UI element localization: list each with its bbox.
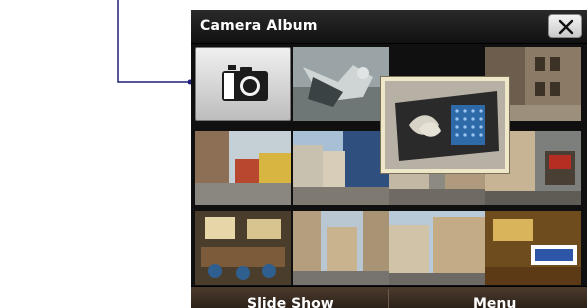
thumbnail-image bbox=[293, 131, 389, 205]
thumb-3-2[interactable] bbox=[293, 211, 389, 285]
menu-softkey[interactable]: Menu bbox=[473, 296, 516, 308]
slide-show-softkey[interactable]: Slide Show bbox=[247, 296, 334, 308]
close-button[interactable] bbox=[548, 14, 582, 38]
thumbnail-image bbox=[293, 47, 389, 121]
thumb-2-2[interactable] bbox=[293, 131, 389, 205]
softkey-bar: Slide Show Menu bbox=[191, 286, 587, 308]
thumbnail-image bbox=[389, 211, 485, 285]
camera-icon bbox=[222, 65, 268, 101]
camera-capture-tile[interactable] bbox=[195, 47, 291, 121]
window-title: Camera Album bbox=[200, 18, 318, 34]
thumb-1-2[interactable] bbox=[293, 47, 389, 121]
thumb-2-1[interactable] bbox=[195, 131, 291, 205]
softkey-divider bbox=[388, 289, 389, 308]
thumbnail-image bbox=[195, 211, 291, 285]
title-bar: Camera Album bbox=[191, 10, 587, 44]
camera-album-window: Camera Album Slide Show Menu bbox=[191, 10, 587, 308]
thumbnail-image bbox=[293, 211, 389, 285]
thumbnail-image bbox=[485, 211, 581, 285]
thumbnail-image bbox=[385, 81, 505, 169]
thumb-1-3-selected[interactable] bbox=[381, 77, 509, 173]
thumb-3-1[interactable] bbox=[195, 211, 291, 285]
close-icon bbox=[558, 19, 574, 35]
thumb-3-4[interactable] bbox=[485, 211, 581, 285]
callout-line bbox=[117, 0, 193, 85]
thumbnail-image bbox=[195, 131, 291, 205]
thumb-3-3[interactable] bbox=[389, 211, 485, 285]
thumbnail-grid bbox=[193, 45, 587, 285]
